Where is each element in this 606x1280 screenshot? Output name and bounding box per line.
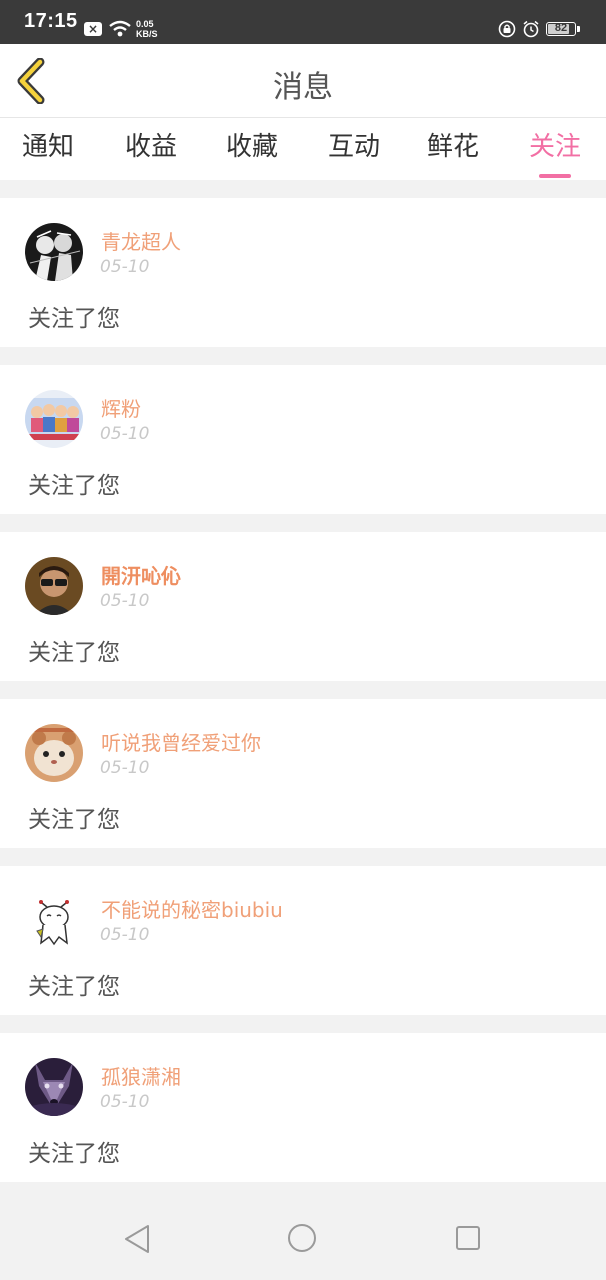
- notification-text: 关注了您: [28, 1141, 120, 1167]
- tab-label: 收益: [125, 132, 178, 162]
- tab-label: 通知: [22, 132, 75, 162]
- cartoon-ghost-avatar: [25, 891, 83, 949]
- hamster-avatar: [25, 724, 83, 782]
- notification-text: 关注了您: [28, 974, 120, 1000]
- tab-label: 互动: [328, 132, 381, 162]
- notification-text: 关注了您: [28, 473, 120, 499]
- close-notification-icon: ×: [84, 22, 102, 36]
- nav-home-icon[interactable]: [288, 1224, 316, 1252]
- anime-sketch-avatar: [25, 223, 83, 281]
- notification-text: 关注了您: [28, 807, 120, 833]
- user-name[interactable]: 听说我曾经爱过你: [101, 727, 261, 756]
- nav-back-icon[interactable]: [123, 1224, 151, 1254]
- wolf-avatar: [25, 1058, 83, 1116]
- avatar[interactable]: [25, 891, 83, 949]
- user-name[interactable]: 辉粉: [101, 393, 141, 422]
- status-bar: 17:15 × 0.05 KB/S 82: [0, 0, 606, 44]
- tab-label: 关注: [529, 132, 582, 162]
- tab-label: 收藏: [226, 132, 279, 162]
- user-name[interactable]: 開汧吣伈: [101, 560, 181, 589]
- wifi-icon: [109, 20, 131, 37]
- avatar[interactable]: [25, 223, 83, 281]
- man-sunglasses-avatar: [25, 557, 83, 615]
- notification-text: 关注了您: [28, 306, 120, 332]
- title-bar: 消息: [0, 44, 606, 118]
- list-item[interactable]: 听说我曾经爱过你 05-10 关注了您: [0, 699, 606, 848]
- status-time: 17:15: [24, 10, 78, 32]
- user-name[interactable]: 青龙超人: [101, 226, 181, 255]
- tab-follows[interactable]: 关注: [529, 126, 582, 178]
- network-speed-unit: KB/S: [136, 29, 158, 39]
- notification-date: 05-10: [100, 1092, 150, 1112]
- notification-date: 05-10: [100, 758, 150, 778]
- list-item[interactable]: 不能说的秘密biubiu 05-10 关注了您: [0, 866, 606, 1015]
- avatar[interactable]: [25, 390, 83, 448]
- notification-date: 05-10: [100, 591, 150, 611]
- avatar[interactable]: [25, 1058, 83, 1116]
- system-nav-bar: [0, 1184, 606, 1280]
- list-item[interactable]: 孤狼潇湘 05-10 关注了您: [0, 1033, 606, 1182]
- tab-notify[interactable]: 通知: [22, 126, 74, 172]
- battery-icon: 82: [546, 22, 576, 36]
- list-item[interactable]: 開汧吣伈 05-10 关注了您: [0, 532, 606, 681]
- notification-date: 05-10: [100, 925, 150, 945]
- page-title: 消息: [273, 70, 333, 105]
- tab-flowers[interactable]: 鲜花: [427, 126, 479, 172]
- list-item[interactable]: 青龙超人 05-10 关注了您: [0, 198, 606, 347]
- group-photo-avatar: [25, 390, 83, 448]
- tab-favorites[interactable]: 收藏: [226, 126, 278, 172]
- nav-recent-apps-icon[interactable]: [456, 1226, 480, 1250]
- battery-tip: [577, 26, 580, 32]
- alarm-icon: [523, 20, 539, 38]
- network-speed-value: 0.05: [136, 19, 154, 29]
- notification-text: 关注了您: [28, 640, 120, 666]
- notification-date: 05-10: [100, 424, 150, 444]
- user-name[interactable]: 不能说的秘密biubiu: [101, 894, 283, 923]
- active-tab-indicator: [539, 174, 571, 178]
- tab-bar: 通知 收益 收藏 互动 鲜花 关注: [0, 118, 606, 180]
- tab-earnings[interactable]: 收益: [125, 126, 177, 172]
- tab-interactions[interactable]: 互动: [328, 126, 380, 172]
- network-speed: 0.05 KB/S: [136, 19, 158, 39]
- notification-date: 05-10: [100, 257, 150, 277]
- tab-label: 鲜花: [427, 132, 480, 162]
- list-item[interactable]: 辉粉 05-10 关注了您: [0, 365, 606, 514]
- avatar[interactable]: [25, 724, 83, 782]
- lock-icon: [498, 20, 516, 38]
- user-name[interactable]: 孤狼潇湘: [101, 1061, 181, 1090]
- notification-list: 青龙超人 05-10 关注了您 辉粉 05-10 关注了您 開汧吣伈 05-10…: [0, 198, 606, 1200]
- battery-level: 82: [554, 22, 568, 34]
- avatar[interactable]: [25, 557, 83, 615]
